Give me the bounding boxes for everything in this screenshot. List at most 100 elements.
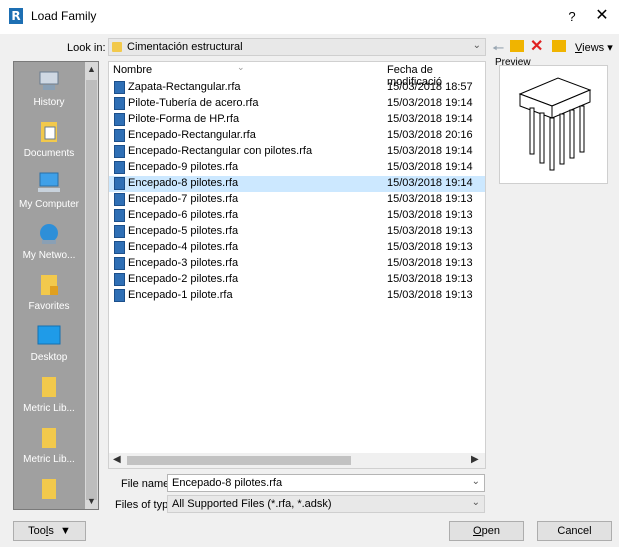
revit-app-icon: R xyxy=(9,8,23,24)
rfa-file-icon xyxy=(114,273,125,286)
folder-icon xyxy=(42,479,56,499)
file-row[interactable]: Encepado-Rectangular.rfa 15/03/2018 20:16 xyxy=(109,128,485,144)
file-date: 15/03/2018 19:13 xyxy=(387,273,473,285)
file-name: Encepado-5 pilotes.rfa xyxy=(128,225,239,237)
file-name: Pilote-Tubería de acero.rfa xyxy=(128,97,259,109)
file-date: 15/03/2018 19:13 xyxy=(387,225,473,237)
scroll-left-icon[interactable]: ◀ xyxy=(113,454,121,465)
file-row[interactable]: Pilote-Tubería de acero.rfa 15/03/2018 19… xyxy=(109,96,485,112)
views-button[interactable]: Views ▾ xyxy=(575,41,613,54)
network-icon xyxy=(40,224,58,244)
rfa-file-icon xyxy=(114,129,125,142)
sidebar-item-desktop[interactable]: Desktop xyxy=(14,323,84,363)
new-folder-icon[interactable] xyxy=(552,40,566,52)
sort-indicator-icon: ⌄ xyxy=(237,62,245,72)
file-row[interactable]: Encepado-9 pilotes.rfa 15/03/2018 19:14 xyxy=(109,160,485,176)
sidebar-item-my-computer[interactable]: My Computer xyxy=(14,170,84,210)
look-in-value: Cimentación estructural xyxy=(127,41,243,53)
tools-label-b: s xyxy=(48,525,54,537)
scroll-down-icon[interactable]: ▼ xyxy=(87,496,96,506)
sidebar-item-metric-library-1[interactable]: Metric Lib... xyxy=(14,374,84,414)
file-row[interactable]: Encepado-2 pilotes.rfa 15/03/2018 19:13 xyxy=(109,272,485,288)
history-icon xyxy=(39,71,59,90)
file-name-input[interactable]: Encepado-8 pilotes.rfa ⌄ xyxy=(167,474,485,492)
file-date: 15/03/2018 19:13 xyxy=(387,241,473,253)
desktop-icon xyxy=(37,325,61,345)
column-header-name[interactable]: Nombre ⌄ xyxy=(113,62,245,76)
file-date: 15/03/2018 19:14 xyxy=(387,97,473,109)
sidebar-item-folder[interactable] xyxy=(14,476,84,505)
file-row[interactable]: Encepado-5 pilotes.rfa 15/03/2018 19:13 xyxy=(109,224,485,240)
sidebar-item-history[interactable]: History xyxy=(14,68,84,108)
file-row-selected[interactable]: Encepado-8 pilotes.rfa 15/03/2018 19:14 xyxy=(109,176,485,192)
sidebar-scroll-thumb[interactable] xyxy=(86,80,97,500)
file-name: Encepado-7 pilotes.rfa xyxy=(128,193,239,205)
file-name: Encepado-3 pilotes.rfa xyxy=(128,257,239,269)
rfa-file-icon xyxy=(114,225,125,238)
look-in-dropdown[interactable]: Cimentación estructural ⌄ xyxy=(108,38,486,56)
file-row[interactable]: Encepado-4 pilotes.rfa 15/03/2018 19:13 xyxy=(109,240,485,256)
views-label: iews xyxy=(582,42,605,54)
close-button[interactable]: ✕ xyxy=(591,5,613,27)
open-button[interactable]: Open xyxy=(449,521,524,541)
file-row[interactable]: Pilote-Forma de HP.rfa 15/03/2018 19:14 xyxy=(109,112,485,128)
rfa-file-icon xyxy=(114,241,125,254)
file-name: Encepado-6 pilotes.rfa xyxy=(128,209,239,221)
sidebar-item-label: Metric Lib... xyxy=(23,403,75,414)
scroll-up-icon[interactable]: ▲ xyxy=(87,64,96,74)
file-name-value: Encepado-8 pilotes.rfa xyxy=(172,477,283,489)
file-name: Encepado-4 pilotes.rfa xyxy=(128,241,239,253)
sidebar-item-label: Metric Lib... xyxy=(23,454,75,465)
rfa-file-icon xyxy=(114,289,125,302)
rfa-file-icon xyxy=(114,209,125,222)
file-date: 15/03/2018 18:57 xyxy=(387,81,473,93)
file-name: Encepado-9 pilotes.rfa xyxy=(128,161,239,173)
up-folder-icon[interactable] xyxy=(510,40,524,52)
sidebar-item-favorites[interactable]: Favorites xyxy=(14,272,84,312)
file-date: 15/03/2018 20:16 xyxy=(387,129,473,141)
open-label: pen xyxy=(481,525,500,537)
file-row[interactable]: Zapata-Rectangular.rfa 15/03/2018 18:57 xyxy=(109,80,485,96)
chevron-down-icon: ⌄ xyxy=(472,40,481,51)
file-row[interactable]: Encepado-7 pilotes.rfa 15/03/2018 19:13 xyxy=(109,192,485,208)
file-date: 15/03/2018 19:13 xyxy=(387,193,473,205)
file-name: Encepado-1 pilote.rfa xyxy=(128,289,233,301)
file-list[interactable]: Nombre ⌄ Fecha de modificació Zapata-Rect… xyxy=(108,61,486,469)
rfa-file-icon xyxy=(114,81,125,94)
tools-button[interactable]: Tools ▼ xyxy=(13,521,86,541)
file-date: 15/03/2018 19:14 xyxy=(387,177,473,189)
sidebar-item-metric-library-2[interactable]: Metric Lib... xyxy=(14,425,84,465)
sidebar-item-label: My Computer xyxy=(18,199,79,210)
horizontal-scrollbar[interactable]: ◀ ▶ xyxy=(109,453,485,468)
file-row[interactable]: Encepado-Rectangular con pilotes.rfa 15/0… xyxy=(109,144,485,160)
cancel-button[interactable]: Cancel xyxy=(537,521,612,541)
files-of-type-dropdown[interactable]: All Supported Files (*.rfa, *.adsk) ⌄ xyxy=(167,495,485,513)
preview-pane xyxy=(499,65,608,184)
chevron-down-icon[interactable]: ⌄ xyxy=(472,476,480,487)
pile-cap-preview-image xyxy=(518,77,592,171)
file-date: 15/03/2018 19:13 xyxy=(387,257,473,269)
look-in-label: Look in: xyxy=(67,42,106,54)
rfa-file-icon xyxy=(114,177,125,190)
sidebar-item-label: Documents xyxy=(23,148,75,159)
rfa-file-icon xyxy=(114,145,125,158)
sidebar-item-documents[interactable]: Documents xyxy=(14,119,84,159)
sidebar-item-my-network[interactable]: My Netwo... xyxy=(14,221,84,261)
files-of-type-value: All Supported Files (*.rfa, *.adsk) xyxy=(172,498,332,510)
file-row[interactable]: Encepado-1 pilote.rfa 15/03/2018 19:13 xyxy=(109,288,485,304)
horizontal-scroll-thumb[interactable] xyxy=(127,456,351,465)
rfa-file-icon xyxy=(114,193,125,206)
places-sidebar: History Documents My Computer My Netwo..… xyxy=(13,61,99,510)
file-name: Encepado-2 pilotes.rfa xyxy=(128,273,239,285)
help-button[interactable]: ? xyxy=(561,6,583,28)
rfa-file-icon xyxy=(114,257,125,270)
file-name: Pilote-Forma de HP.rfa xyxy=(128,113,240,125)
scroll-right-icon[interactable]: ▶ xyxy=(471,454,479,465)
title-bar: R Load Family ? ✕ xyxy=(0,0,619,34)
folder-icon xyxy=(42,428,56,448)
file-row[interactable]: Encepado-6 pilotes.rfa 15/03/2018 19:13 xyxy=(109,208,485,224)
folder-icon xyxy=(42,377,56,397)
file-name: Zapata-Rectangular.rfa xyxy=(128,81,241,93)
delete-icon[interactable]: ✕ xyxy=(530,36,543,56)
file-row[interactable]: Encepado-3 pilotes.rfa 15/03/2018 19:13 xyxy=(109,256,485,272)
